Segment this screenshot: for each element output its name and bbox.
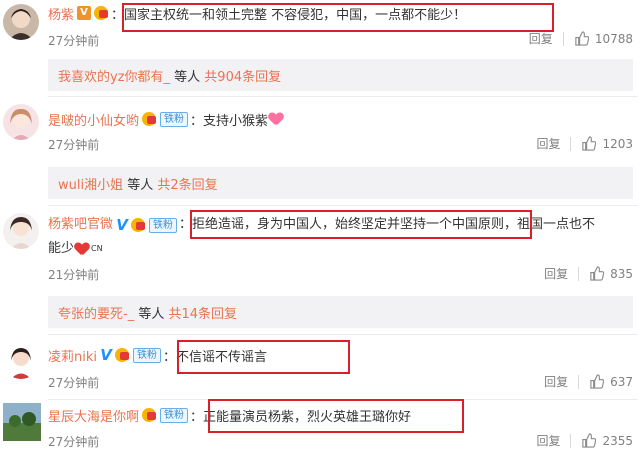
weibo-comment-list: 杨紫 V ：国家主权统一和领土完整 不容侵犯，中国，一点都不能少！ 27分钟前 … bbox=[0, 0, 641, 454]
avatar[interactable] bbox=[3, 4, 39, 40]
username[interactable]: 杨紫吧官微 bbox=[48, 214, 113, 236]
username[interactable]: 星辰大海是你啊 bbox=[48, 406, 139, 425]
like-button[interactable]: 2355 bbox=[581, 433, 633, 448]
comment-text: ：国家主权统一和领土完整 不容侵犯，中国，一点都不能少！ bbox=[111, 7, 467, 23]
comment-actions: 回复 2355 bbox=[536, 432, 633, 449]
reply-thread-summary[interactable]: 夸张的要死-_ 等人 共14条回复 bbox=[48, 296, 633, 328]
flag-label: CN bbox=[91, 244, 103, 253]
timestamp: 27分钟前 bbox=[48, 435, 100, 449]
timestamp: 27分钟前 bbox=[48, 138, 100, 152]
divider bbox=[578, 374, 580, 389]
like-count: 1203 bbox=[602, 136, 633, 151]
reply-thread-summary[interactable]: 我喜欢的yz你都有_ 等人 共904条回复 bbox=[48, 59, 633, 91]
comment-header: 凌莉niki V 铁粉 ：不信谣不传谣言 bbox=[48, 345, 267, 365]
avatar[interactable] bbox=[3, 343, 39, 379]
comment-actions: 回复 1203 bbox=[536, 135, 633, 152]
comment-actions: 回复 10788 bbox=[529, 30, 633, 47]
reply-count-link[interactable]: 共2条回复 bbox=[157, 174, 217, 193]
username[interactable]: 凌莉niki bbox=[48, 346, 97, 365]
timestamp: 27分钟前 bbox=[48, 376, 100, 390]
comment-actions: 回复 835 bbox=[544, 265, 633, 282]
divider bbox=[578, 266, 580, 281]
comment-text: ：正能量演员杨紫，烈火英雄王璐你好 bbox=[190, 409, 412, 425]
reply-button[interactable]: 回复 bbox=[529, 30, 553, 47]
comment-text-continued: 能少 CN bbox=[48, 238, 638, 260]
reply-button[interactable]: 回复 bbox=[544, 373, 568, 390]
reply-button[interactable]: 回复 bbox=[536, 432, 560, 449]
reply-username[interactable]: 我喜欢的yz你都有_ bbox=[58, 66, 170, 85]
reply-button[interactable]: 回复 bbox=[536, 135, 560, 152]
thumbs-up-icon bbox=[582, 136, 597, 151]
timestamp: 27分钟前 bbox=[48, 34, 100, 48]
divider bbox=[48, 399, 638, 400]
avatar[interactable] bbox=[3, 213, 39, 249]
thumbs-up-icon bbox=[590, 266, 605, 281]
divider bbox=[48, 205, 638, 206]
verified-icon: V bbox=[77, 6, 92, 20]
divider bbox=[48, 96, 638, 97]
username[interactable]: 杨紫 bbox=[48, 4, 74, 23]
comment-text-line2: 能少 bbox=[48, 241, 75, 256]
reply-username[interactable]: 夸张的要死-_ bbox=[58, 303, 134, 322]
thumbs-up-icon bbox=[590, 374, 605, 389]
divider bbox=[570, 136, 572, 151]
like-count: 2355 bbox=[602, 433, 633, 448]
verified-icon: V bbox=[100, 346, 112, 364]
vip-crown-icon bbox=[130, 218, 146, 232]
comment-header: 杨紫吧官微 V 铁粉 ：拒绝造谣，身为中国人，始终坚定并坚持一个中国原则，祖国一… bbox=[48, 214, 638, 236]
like-button[interactable]: 10788 bbox=[574, 31, 633, 46]
vip-crown-icon bbox=[93, 6, 109, 20]
fan-badge: 铁粉 bbox=[149, 217, 178, 233]
comment-text: ：不信谣不传谣言 bbox=[163, 349, 268, 365]
heart-icon bbox=[269, 113, 283, 125]
heart-icon bbox=[75, 243, 89, 255]
like-count: 835 bbox=[610, 266, 633, 281]
username[interactable]: 是啵的小仙女哟 bbox=[48, 110, 139, 129]
fan-badge: 铁粉 bbox=[160, 111, 189, 127]
reply-thread-summary[interactable]: wuli湘小姐 等人 共2条回复 bbox=[48, 167, 633, 199]
like-count: 10788 bbox=[594, 31, 633, 46]
vip-crown-icon bbox=[141, 408, 157, 422]
like-button[interactable]: 637 bbox=[589, 374, 633, 389]
reply-username[interactable]: wuli湘小姐 bbox=[58, 174, 123, 193]
vip-crown-icon bbox=[114, 348, 130, 362]
reply-count-link[interactable]: 共14条回复 bbox=[168, 303, 237, 322]
comment-header: 星辰大海是你啊 铁粉 ：正能量演员杨紫，烈火英雄王璐你好 bbox=[48, 405, 411, 425]
divider bbox=[48, 334, 638, 335]
like-button[interactable]: 835 bbox=[589, 266, 633, 281]
comment-actions: 回复 637 bbox=[544, 373, 633, 390]
reply-count-link[interactable]: 共904条回复 bbox=[204, 66, 281, 85]
verified-icon: V bbox=[116, 216, 128, 234]
divider bbox=[562, 31, 564, 46]
fan-badge: 铁粉 bbox=[160, 407, 189, 423]
comment-text: ：拒绝造谣，身为中国人，始终坚定并坚持一个中国原则，祖国一点也不 bbox=[179, 217, 596, 232]
avatar[interactable] bbox=[3, 104, 39, 140]
comment-text: ：支持小猴紫 bbox=[190, 113, 269, 129]
thumbs-up-icon bbox=[575, 31, 589, 46]
avatar[interactable] bbox=[3, 403, 41, 441]
reply-connector: 等人 bbox=[134, 306, 169, 322]
reply-connector: 等人 bbox=[123, 177, 158, 193]
like-count: 637 bbox=[610, 374, 633, 389]
reply-connector: 等人 bbox=[170, 69, 205, 85]
timestamp: 21分钟前 bbox=[48, 268, 100, 282]
like-button[interactable]: 1203 bbox=[581, 136, 633, 151]
reply-button[interactable]: 回复 bbox=[544, 265, 568, 282]
comment-header: 杨紫 V ：国家主权统一和领土完整 不容侵犯，中国，一点都不能少！ bbox=[48, 3, 466, 23]
comment-header: 是啵的小仙女哟 铁粉 ：支持小猴紫 bbox=[48, 109, 283, 129]
thumbs-up-icon bbox=[582, 433, 597, 448]
divider bbox=[570, 433, 572, 448]
vip-crown-icon bbox=[141, 112, 157, 126]
fan-badge: 铁粉 bbox=[133, 347, 161, 363]
